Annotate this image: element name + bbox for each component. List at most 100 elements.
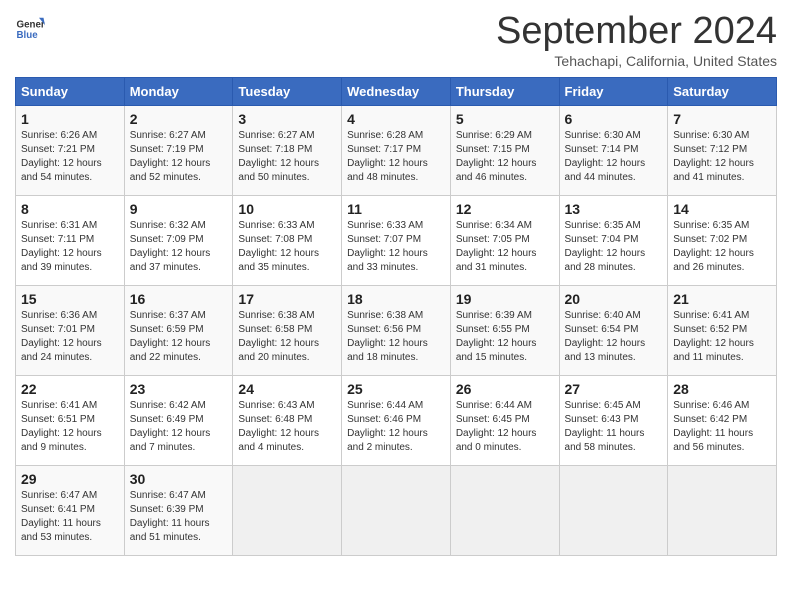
calendar-day: 30 Sunrise: 6:47 AM Sunset: 6:39 PM Dayli… xyxy=(124,466,233,556)
calendar-day: 2 Sunrise: 6:27 AM Sunset: 7:19 PM Daylig… xyxy=(124,106,233,196)
day-info: Sunrise: 6:45 AM Sunset: 6:43 PM Dayligh… xyxy=(565,399,663,455)
day-number: 21 xyxy=(673,291,771,307)
day-number: 2 xyxy=(130,111,228,127)
calendar-day: 11 Sunrise: 6:33 AM Sunset: 7:07 PM Dayli… xyxy=(342,196,451,286)
day-info: Sunrise: 6:33 AM Sunset: 7:07 PM Dayligh… xyxy=(347,219,445,275)
day-info: Sunrise: 6:33 AM Sunset: 7:08 PM Dayligh… xyxy=(238,219,336,275)
calendar-day: 16Sunrise: 6:37 AM Sunset: 6:59 PM Dayli… xyxy=(124,286,233,376)
day-info: Sunrise: 6:31 AM Sunset: 7:11 PM Dayligh… xyxy=(21,219,119,275)
calendar-day: 22 Sunrise: 6:41 AM Sunset: 6:51 PM Dayli… xyxy=(16,376,125,466)
calendar-day: 5 Sunrise: 6:29 AM Sunset: 7:15 PM Daylig… xyxy=(450,106,559,196)
day-info: Sunrise: 6:42 AM Sunset: 6:49 PM Dayligh… xyxy=(130,399,228,455)
day-info: Sunrise: 6:27 AM Sunset: 7:19 PM Dayligh… xyxy=(130,129,228,185)
svg-text:Blue: Blue xyxy=(17,30,39,41)
calendar-day: 29 Sunrise: 6:47 AM Sunset: 6:41 PM Dayli… xyxy=(16,466,125,556)
day-number: 10 xyxy=(238,201,336,217)
day-info: Sunrise: 6:38 AM Sunset: 6:58 PM Dayligh… xyxy=(238,309,336,365)
calendar-day: 28 Sunrise: 6:46 AM Sunset: 6:42 PM Dayli… xyxy=(668,376,777,466)
day-number: 11 xyxy=(347,201,445,217)
day-number: 15 xyxy=(21,291,119,307)
calendar-week-3: 15 Sunrise: 6:36 AM Sunset: 7:01 PM Dayli… xyxy=(16,286,777,376)
day-info: Sunrise: 6:41 AM Sunset: 6:52 PM Dayligh… xyxy=(673,309,771,365)
calendar-header-row: SundayMondayTuesdayWednesdayThursdayFrid… xyxy=(16,78,777,106)
calendar-week-1: 1Sunrise: 6:26 AM Sunset: 7:21 PM Daylig… xyxy=(16,106,777,196)
calendar-day: 25 Sunrise: 6:44 AM Sunset: 6:46 PM Dayli… xyxy=(342,376,451,466)
logo: General Blue xyxy=(15,10,45,44)
day-number: 27 xyxy=(565,381,663,397)
day-number: 3 xyxy=(238,111,336,127)
calendar-day: 14Sunrise: 6:35 AM Sunset: 7:02 PM Dayli… xyxy=(668,196,777,286)
calendar-day: 19 Sunrise: 6:39 AM Sunset: 6:55 PM Dayli… xyxy=(450,286,559,376)
day-info: Sunrise: 6:46 AM Sunset: 6:42 PM Dayligh… xyxy=(673,399,771,455)
day-info: Sunrise: 6:44 AM Sunset: 6:46 PM Dayligh… xyxy=(347,399,445,455)
calendar-day: 10 Sunrise: 6:33 AM Sunset: 7:08 PM Dayli… xyxy=(233,196,342,286)
calendar-week-4: 22 Sunrise: 6:41 AM Sunset: 6:51 PM Dayli… xyxy=(16,376,777,466)
calendar-day: 15 Sunrise: 6:36 AM Sunset: 7:01 PM Dayli… xyxy=(16,286,125,376)
day-info: Sunrise: 6:36 AM Sunset: 7:01 PM Dayligh… xyxy=(21,309,119,365)
day-number: 25 xyxy=(347,381,445,397)
day-info: Sunrise: 6:47 AM Sunset: 6:41 PM Dayligh… xyxy=(21,489,119,545)
day-info: Sunrise: 6:27 AM Sunset: 7:18 PM Dayligh… xyxy=(238,129,336,185)
day-number: 8 xyxy=(21,201,119,217)
calendar-day: 13 Sunrise: 6:35 AM Sunset: 7:04 PM Dayli… xyxy=(559,196,668,286)
day-number: 5 xyxy=(456,111,554,127)
calendar-day xyxy=(559,466,668,556)
day-header-wednesday: Wednesday xyxy=(342,78,451,106)
day-info: Sunrise: 6:40 AM Sunset: 6:54 PM Dayligh… xyxy=(565,309,663,365)
day-number: 6 xyxy=(565,111,663,127)
title-block: September 2024 Tehachapi, California, Un… xyxy=(496,10,777,69)
day-header-sunday: Sunday xyxy=(16,78,125,106)
calendar-day: 27 Sunrise: 6:45 AM Sunset: 6:43 PM Dayli… xyxy=(559,376,668,466)
calendar-day: 23Sunrise: 6:42 AM Sunset: 6:49 PM Dayli… xyxy=(124,376,233,466)
day-info: Sunrise: 6:26 AM Sunset: 7:21 PM Dayligh… xyxy=(21,129,119,185)
day-number: 30 xyxy=(130,471,228,487)
day-number: 16 xyxy=(130,291,228,307)
day-info: Sunrise: 6:43 AM Sunset: 6:48 PM Dayligh… xyxy=(238,399,336,455)
calendar-day: 20 Sunrise: 6:40 AM Sunset: 6:54 PM Dayli… xyxy=(559,286,668,376)
calendar-day xyxy=(450,466,559,556)
calendar-day: 6 Sunrise: 6:30 AM Sunset: 7:14 PM Daylig… xyxy=(559,106,668,196)
calendar-day: 4 Sunrise: 6:28 AM Sunset: 7:17 PM Daylig… xyxy=(342,106,451,196)
calendar-day: 26 Sunrise: 6:44 AM Sunset: 6:45 PM Dayli… xyxy=(450,376,559,466)
month-title: September 2024 xyxy=(496,10,777,53)
day-info: Sunrise: 6:35 AM Sunset: 7:02 PM Dayligh… xyxy=(673,219,771,275)
day-number: 28 xyxy=(673,381,771,397)
day-number: 19 xyxy=(456,291,554,307)
day-number: 4 xyxy=(347,111,445,127)
day-info: Sunrise: 6:35 AM Sunset: 7:04 PM Dayligh… xyxy=(565,219,663,275)
calendar-day: 24 Sunrise: 6:43 AM Sunset: 6:48 PM Dayli… xyxy=(233,376,342,466)
day-info: Sunrise: 6:39 AM Sunset: 6:55 PM Dayligh… xyxy=(456,309,554,365)
calendar-day: 3 Sunrise: 6:27 AM Sunset: 7:18 PM Daylig… xyxy=(233,106,342,196)
day-number: 29 xyxy=(21,471,119,487)
day-number: 26 xyxy=(456,381,554,397)
day-info: Sunrise: 6:30 AM Sunset: 7:14 PM Dayligh… xyxy=(565,129,663,185)
calendar-day xyxy=(233,466,342,556)
day-number: 12 xyxy=(456,201,554,217)
day-number: 24 xyxy=(238,381,336,397)
day-number: 17 xyxy=(238,291,336,307)
day-info: Sunrise: 6:41 AM Sunset: 6:51 PM Dayligh… xyxy=(21,399,119,455)
day-number: 9 xyxy=(130,201,228,217)
calendar-day: 1Sunrise: 6:26 AM Sunset: 7:21 PM Daylig… xyxy=(16,106,125,196)
calendar-week-2: 8 Sunrise: 6:31 AM Sunset: 7:11 PM Daylig… xyxy=(16,196,777,286)
calendar-day xyxy=(668,466,777,556)
day-info: Sunrise: 6:28 AM Sunset: 7:17 PM Dayligh… xyxy=(347,129,445,185)
calendar-day xyxy=(342,466,451,556)
day-info: Sunrise: 6:32 AM Sunset: 7:09 PM Dayligh… xyxy=(130,219,228,275)
day-header-tuesday: Tuesday xyxy=(233,78,342,106)
day-info: Sunrise: 6:44 AM Sunset: 6:45 PM Dayligh… xyxy=(456,399,554,455)
day-number: 13 xyxy=(565,201,663,217)
logo-icon: General Blue xyxy=(15,14,45,44)
day-number: 22 xyxy=(21,381,119,397)
day-header-thursday: Thursday xyxy=(450,78,559,106)
day-info: Sunrise: 6:29 AM Sunset: 7:15 PM Dayligh… xyxy=(456,129,554,185)
day-info: Sunrise: 6:34 AM Sunset: 7:05 PM Dayligh… xyxy=(456,219,554,275)
day-info: Sunrise: 6:38 AM Sunset: 6:56 PM Dayligh… xyxy=(347,309,445,365)
calendar-table: SundayMondayTuesdayWednesdayThursdayFrid… xyxy=(15,77,777,556)
calendar-day: 18Sunrise: 6:38 AM Sunset: 6:56 PM Dayli… xyxy=(342,286,451,376)
day-number: 20 xyxy=(565,291,663,307)
calendar-day: 8 Sunrise: 6:31 AM Sunset: 7:11 PM Daylig… xyxy=(16,196,125,286)
calendar-day: 12 Sunrise: 6:34 AM Sunset: 7:05 PM Dayli… xyxy=(450,196,559,286)
day-info: Sunrise: 6:47 AM Sunset: 6:39 PM Dayligh… xyxy=(130,489,228,545)
day-info: Sunrise: 6:30 AM Sunset: 7:12 PM Dayligh… xyxy=(673,129,771,185)
